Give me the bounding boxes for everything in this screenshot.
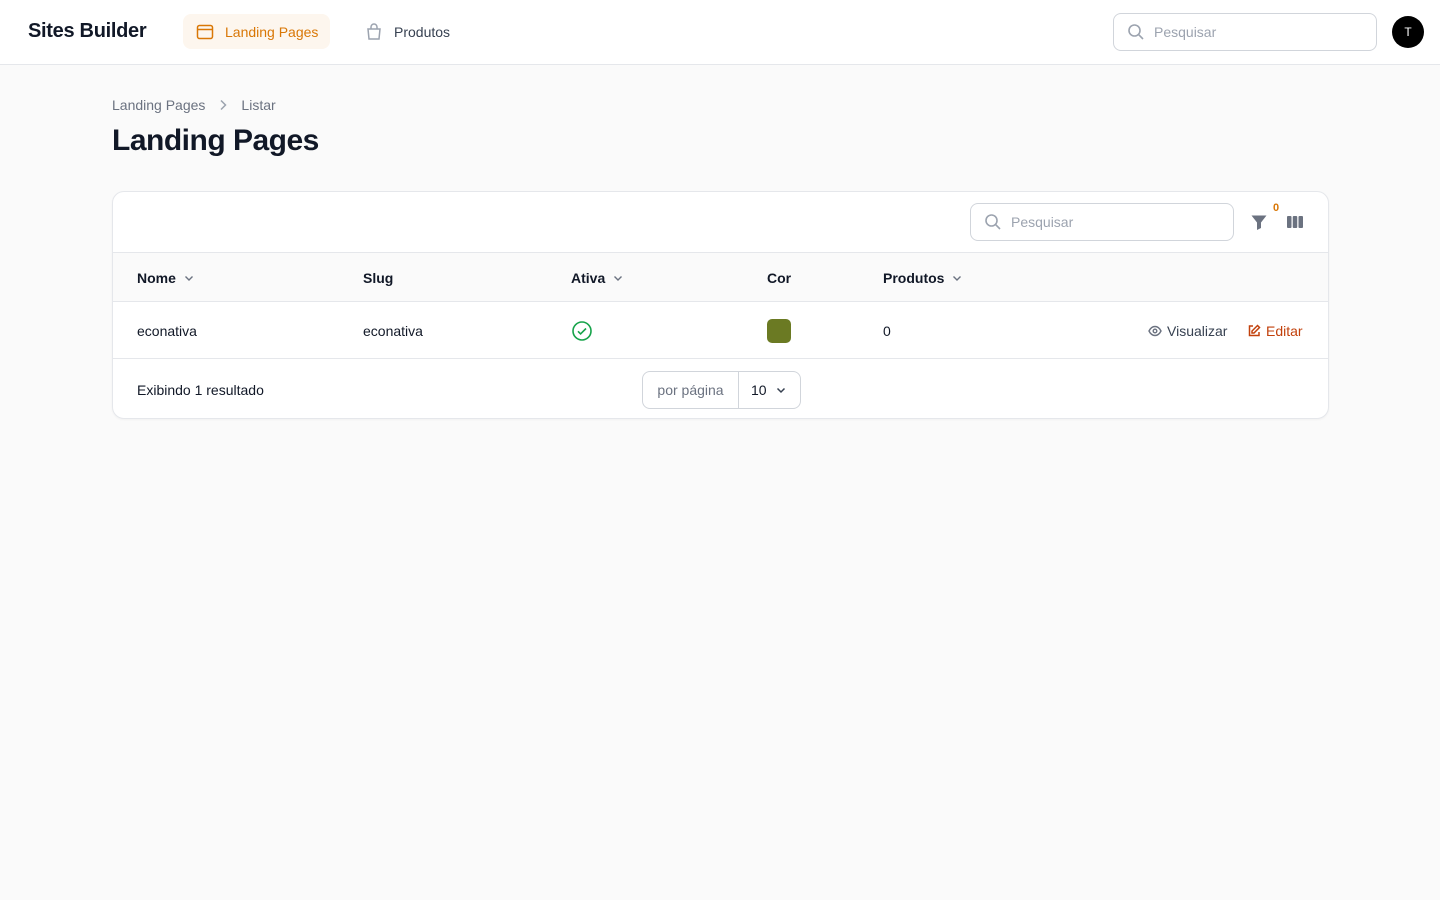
browser-window-icon [196, 24, 214, 39]
nav-item-landing-pages[interactable]: Landing Pages [183, 14, 331, 49]
cell-ativa [571, 302, 593, 359]
color-swatch [767, 318, 791, 343]
table-search [970, 203, 1234, 241]
column-header-label: Produtos [883, 269, 945, 286]
column-header-nome[interactable]: Nome [137, 253, 196, 302]
cell-slug: econativa [363, 322, 423, 339]
column-header-label: Nome [137, 269, 176, 286]
cell-nome: econativa [137, 322, 197, 339]
table-footer: Exibindo 1 resultado por página 10 [113, 359, 1328, 418]
edit-button-label: Editar [1266, 322, 1303, 339]
view-button[interactable]: Visualizar [1148, 302, 1227, 359]
breadcrumb-item-listar: Listar [241, 97, 276, 113]
user-avatar[interactable]: T [1392, 16, 1424, 48]
per-page-label: por página [643, 372, 739, 408]
chevron-down-icon [614, 275, 623, 281]
columns-icon[interactable] [1285, 212, 1305, 232]
edit-button[interactable]: Editar [1247, 302, 1303, 359]
top-navigation-bar: Sites Builder Landing Pages Produtos T [0, 0, 1440, 65]
column-header-produtos[interactable]: Produtos [883, 253, 964, 302]
page-title: Landing Pages [112, 124, 319, 157]
edit-icon [1248, 323, 1261, 336]
breadcrumb-item-landing-pages[interactable]: Landing Pages [112, 97, 205, 113]
column-header-slug: Slug [363, 253, 393, 302]
chevron-down-icon [776, 387, 786, 394]
global-search-input[interactable] [1154, 24, 1376, 40]
column-header-label: Ativa [571, 269, 606, 286]
result-count-text: Exibindo 1 resultado [137, 381, 264, 398]
brand-logo[interactable]: Sites Builder [28, 20, 147, 43]
nav-item-label: Produtos [394, 23, 451, 40]
filter-icon[interactable] [1249, 212, 1269, 232]
landing-pages-table: 0 Nome Slug Ativa Cor Produtos econativa… [112, 191, 1329, 419]
check-circle-icon [572, 320, 592, 341]
nav-item-produtos[interactable]: Produtos [352, 14, 462, 49]
view-button-label: Visualizar [1167, 322, 1228, 339]
cell-produtos: 0 [883, 322, 891, 339]
column-header-label: Slug [363, 269, 394, 286]
table-search-input[interactable] [1011, 214, 1233, 230]
column-header-cor: Cor [767, 253, 791, 302]
global-search [1113, 13, 1377, 51]
table-header: Nome Slug Ativa Cor Produtos [113, 253, 1328, 302]
column-header-ativa[interactable]: Ativa [571, 253, 625, 302]
search-icon [1128, 24, 1144, 40]
per-page-value: 10 [751, 382, 767, 398]
breadcrumb: Landing Pages Listar [112, 97, 276, 113]
eye-icon [1148, 325, 1162, 336]
table-toolbar: 0 [113, 192, 1328, 253]
per-page-selector: por página 10 [642, 371, 801, 409]
filter-count-badge: 0 [1273, 202, 1280, 214]
shopping-bag-icon [367, 22, 381, 40]
chevron-right-icon [220, 99, 227, 111]
column-header-label: Cor [767, 269, 792, 286]
nav-item-label: Landing Pages [225, 23, 319, 40]
per-page-select[interactable]: 10 [739, 372, 800, 408]
chevron-down-icon [184, 275, 193, 281]
table-row[interactable]: econativa econativa 0 Visualizar Editar [113, 302, 1328, 359]
chevron-down-icon [953, 275, 962, 281]
cell-cor [767, 302, 791, 359]
search-icon [985, 214, 1001, 230]
